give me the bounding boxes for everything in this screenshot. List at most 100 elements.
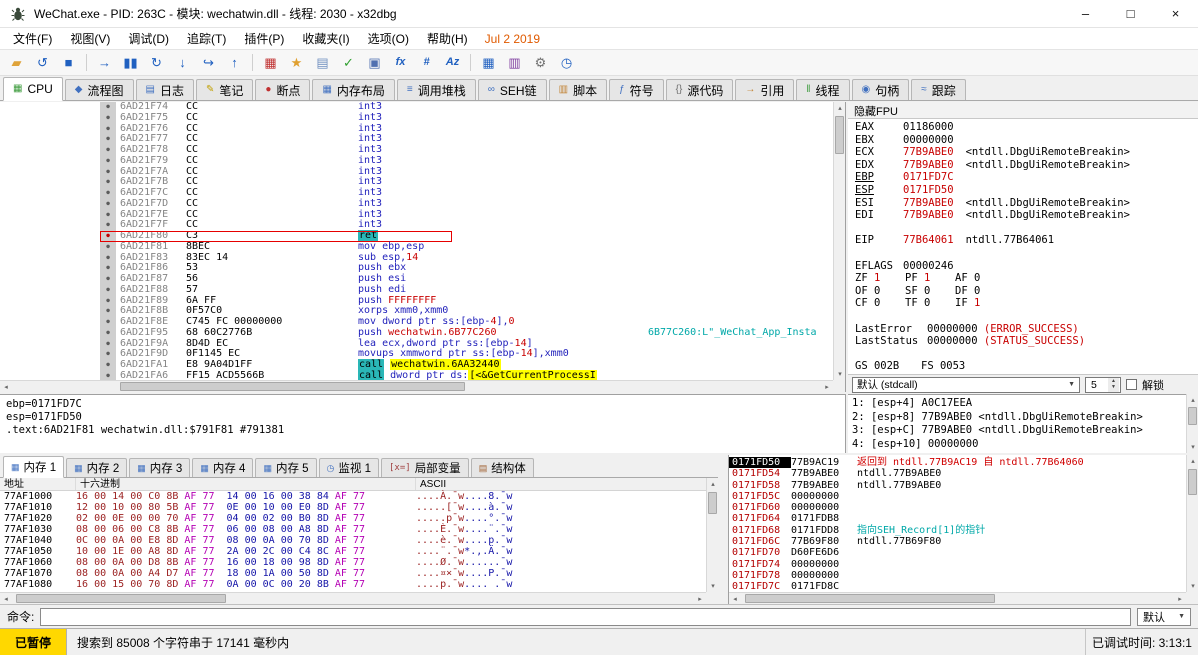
stack-row[interactable]: 0171FD5477B9ABE0ntdll.77B9ABE0 xyxy=(729,468,1198,479)
close-button[interactable]: × xyxy=(1153,0,1198,27)
dump-row[interactable]: 77AF103008 00 06 00 C8 8B AF 77 06 00 08… xyxy=(0,524,718,535)
memory-map-tool-button[interactable]: ▦ xyxy=(476,52,501,74)
timing-button[interactable]: ◷ xyxy=(554,52,579,74)
stop-debugging-button[interactable]: ■ xyxy=(56,52,81,74)
menu-item[interactable]: 调试(D) xyxy=(119,28,178,49)
scroll-right-arrow[interactable]: ▸ xyxy=(1174,593,1186,604)
tab-source[interactable]: {}源代码 xyxy=(666,79,734,100)
scroll-thumb[interactable] xyxy=(745,594,995,603)
tab-handles[interactable]: ◉句柄 xyxy=(852,79,910,100)
breakpoint-dot[interactable]: ● xyxy=(100,296,116,307)
register-row[interactable]: EBX00000000 xyxy=(855,134,1198,147)
scroll-up-arrow[interactable]: ▴ xyxy=(707,478,718,490)
patches-button[interactable]: ▦ xyxy=(258,52,283,74)
register-row[interactable]: EDX77B9ABE0<ntdll.DbgUiRemoteBreakin> xyxy=(855,159,1198,172)
stack-row[interactable]: 0171FD7C0171FD8C xyxy=(729,581,1198,592)
dump-row[interactable]: 77AF105010 00 1E 00 A8 8D AF 77 2A 00 2C… xyxy=(0,546,718,557)
disasm-hscrollbar[interactable]: ◂ ▸ xyxy=(0,380,833,392)
breakpoint-dot[interactable]: ● xyxy=(100,306,116,317)
arg-count-stepper[interactable]: 5 ▲▼ xyxy=(1085,377,1121,393)
check-update-button[interactable]: ✓ xyxy=(336,52,361,74)
unlock-checkbox[interactable] xyxy=(1126,379,1137,390)
dump-row[interactable]: 77AF102002 00 0E 00 00 70 AF 77 04 00 02… xyxy=(0,513,718,524)
breakpoint-dot[interactable]: ● xyxy=(100,274,116,285)
step-into-button[interactable]: ↓ xyxy=(170,52,195,74)
favourites-button[interactable]: ★ xyxy=(284,52,309,74)
run-button[interactable]: → xyxy=(92,52,117,74)
tab-dump1[interactable]: ▦内存 1 xyxy=(3,456,64,478)
scroll-track[interactable] xyxy=(707,490,718,580)
scroll-left-arrow[interactable]: ◂ xyxy=(729,593,741,604)
comments-button[interactable]: ▤ xyxy=(310,52,335,74)
dump-hscrollbar[interactable]: ◂ ▸ xyxy=(0,592,706,604)
compare-button[interactable]: ▣ xyxy=(362,52,387,74)
stack-row[interactable]: 0171FD70D60FE6D6 xyxy=(729,547,1198,558)
scroll-track[interactable] xyxy=(741,593,1174,604)
tab-seh[interactable]: ∞SEH链 xyxy=(478,79,547,100)
stack-row[interactable]: 0171FD680171FDD8指向SEH_Record[1]的指针 xyxy=(729,525,1198,536)
tab-dump3[interactable]: ▦内存 3 xyxy=(129,458,190,477)
stepper-arrows-icon[interactable]: ▲▼ xyxy=(1108,378,1119,392)
menu-item[interactable]: 选项(O) xyxy=(359,28,418,49)
scroll-down-arrow[interactable]: ▾ xyxy=(707,580,718,592)
menu-item[interactable]: 帮助(H) xyxy=(418,28,477,49)
menu-item[interactable]: 视图(V) xyxy=(61,28,119,49)
execute-till-return-button[interactable]: ↑ xyxy=(222,52,247,74)
scroll-track[interactable] xyxy=(12,381,821,392)
breakpoint-dot[interactable]: ● xyxy=(100,156,116,167)
tab-log[interactable]: ▤日志 xyxy=(136,79,194,100)
breakpoint-dot[interactable]: ● xyxy=(100,360,116,371)
stack-hscrollbar[interactable]: ◂ ▸ xyxy=(729,592,1186,604)
assemble-button[interactable]: Az xyxy=(440,52,465,74)
register-row[interactable]: LastStatus00000000 (STATUS_SUCCESS) xyxy=(855,335,1198,348)
dump-row[interactable]: 77AF108016 00 15 00 70 8D AF 77 0A 00 0C… xyxy=(0,579,718,590)
scroll-down-arrow[interactable]: ▾ xyxy=(1187,441,1198,453)
register-row[interactable]: GS 002BFS 0053 xyxy=(855,360,1198,373)
register-row[interactable]: EIP77B64061ntdll.77B64061 xyxy=(855,234,1198,247)
tab-trace[interactable]: ≈跟踪 xyxy=(911,79,966,100)
breakpoint-dot[interactable]: ● xyxy=(100,124,116,135)
tab-cpu[interactable]: ▦CPU xyxy=(3,77,63,101)
dump-row[interactable]: 77AF106008 00 0A 00 D8 8B AF 77 16 00 18… xyxy=(0,557,718,568)
scroll-thumb[interactable] xyxy=(835,116,844,154)
argument-row[interactable]: 4: [esp+10] 00000000 xyxy=(852,438,1182,452)
register-row[interactable]: LastError00000000 (ERROR_SUCCESS) xyxy=(855,323,1198,336)
scroll-down-arrow[interactable]: ▾ xyxy=(834,368,846,380)
open-file-button[interactable]: ▰ xyxy=(4,52,29,74)
stack-row[interactable]: 0171FD640171FDB8 xyxy=(729,513,1198,524)
tab-memory-map[interactable]: ▦内存布局 xyxy=(312,79,394,100)
tab-dump5[interactable]: ▦内存 5 xyxy=(255,458,316,477)
menu-item[interactable]: 插件(P) xyxy=(235,28,293,49)
scroll-up-arrow[interactable]: ▴ xyxy=(834,102,846,114)
crc-hash-button[interactable]: # xyxy=(414,52,439,74)
stack-row[interactable]: 0171FD5877B9ABE0ntdll.77B9ABE0 xyxy=(729,480,1198,491)
menu-item[interactable]: 追踪(T) xyxy=(178,28,235,49)
dump-row[interactable]: 77AF100016 00 14 00 C0 8B AF 77 14 00 16… xyxy=(0,491,718,502)
register-row[interactable] xyxy=(855,247,1198,260)
scroll-right-arrow[interactable]: ▸ xyxy=(694,593,706,604)
hide-fpu-button[interactable]: 隐藏FPU xyxy=(848,102,1198,119)
scroll-right-arrow[interactable]: ▸ xyxy=(821,381,833,392)
scroll-track[interactable] xyxy=(12,593,694,604)
scroll-up-arrow[interactable]: ▴ xyxy=(1187,455,1198,467)
menu-item[interactable]: 收藏夹(I) xyxy=(293,28,358,49)
register-row[interactable] xyxy=(855,310,1198,323)
disasm-vscrollbar[interactable]: ▴ ▾ xyxy=(833,102,845,380)
scroll-thumb[interactable] xyxy=(708,492,717,514)
argument-row[interactable]: 2: [esp+8] 77B9ABE0 <ntdll.DbgUiRemoteBr… xyxy=(852,411,1182,425)
breakpoint-dot[interactable]: ● xyxy=(100,210,116,221)
scroll-thumb[interactable] xyxy=(1188,469,1197,495)
register-row[interactable] xyxy=(855,348,1198,361)
register-row[interactable] xyxy=(855,222,1198,235)
breakpoint-dot[interactable]: ● xyxy=(100,167,116,178)
breakpoint-dot[interactable]: ● xyxy=(100,253,116,264)
dump-row[interactable]: 77AF101012 00 10 00 80 5B AF 77 0E 00 10… xyxy=(0,502,718,513)
breakpoint-dot[interactable]: ● xyxy=(100,328,116,339)
disasm-row[interactable]: ●6AD21F79CCint3 xyxy=(0,156,845,167)
breakpoint-dot[interactable]: ● xyxy=(100,145,116,156)
breakpoint-dot[interactable]: ● xyxy=(100,242,116,253)
tab-dump4[interactable]: ▦内存 4 xyxy=(192,458,253,477)
minimize-button[interactable]: – xyxy=(1063,0,1108,27)
register-row[interactable]: CF 0TF 0IF 1 xyxy=(855,297,1198,310)
stack-row[interactable]: 0171FD6C77B69F80ntdll.77B69F80 xyxy=(729,536,1198,547)
